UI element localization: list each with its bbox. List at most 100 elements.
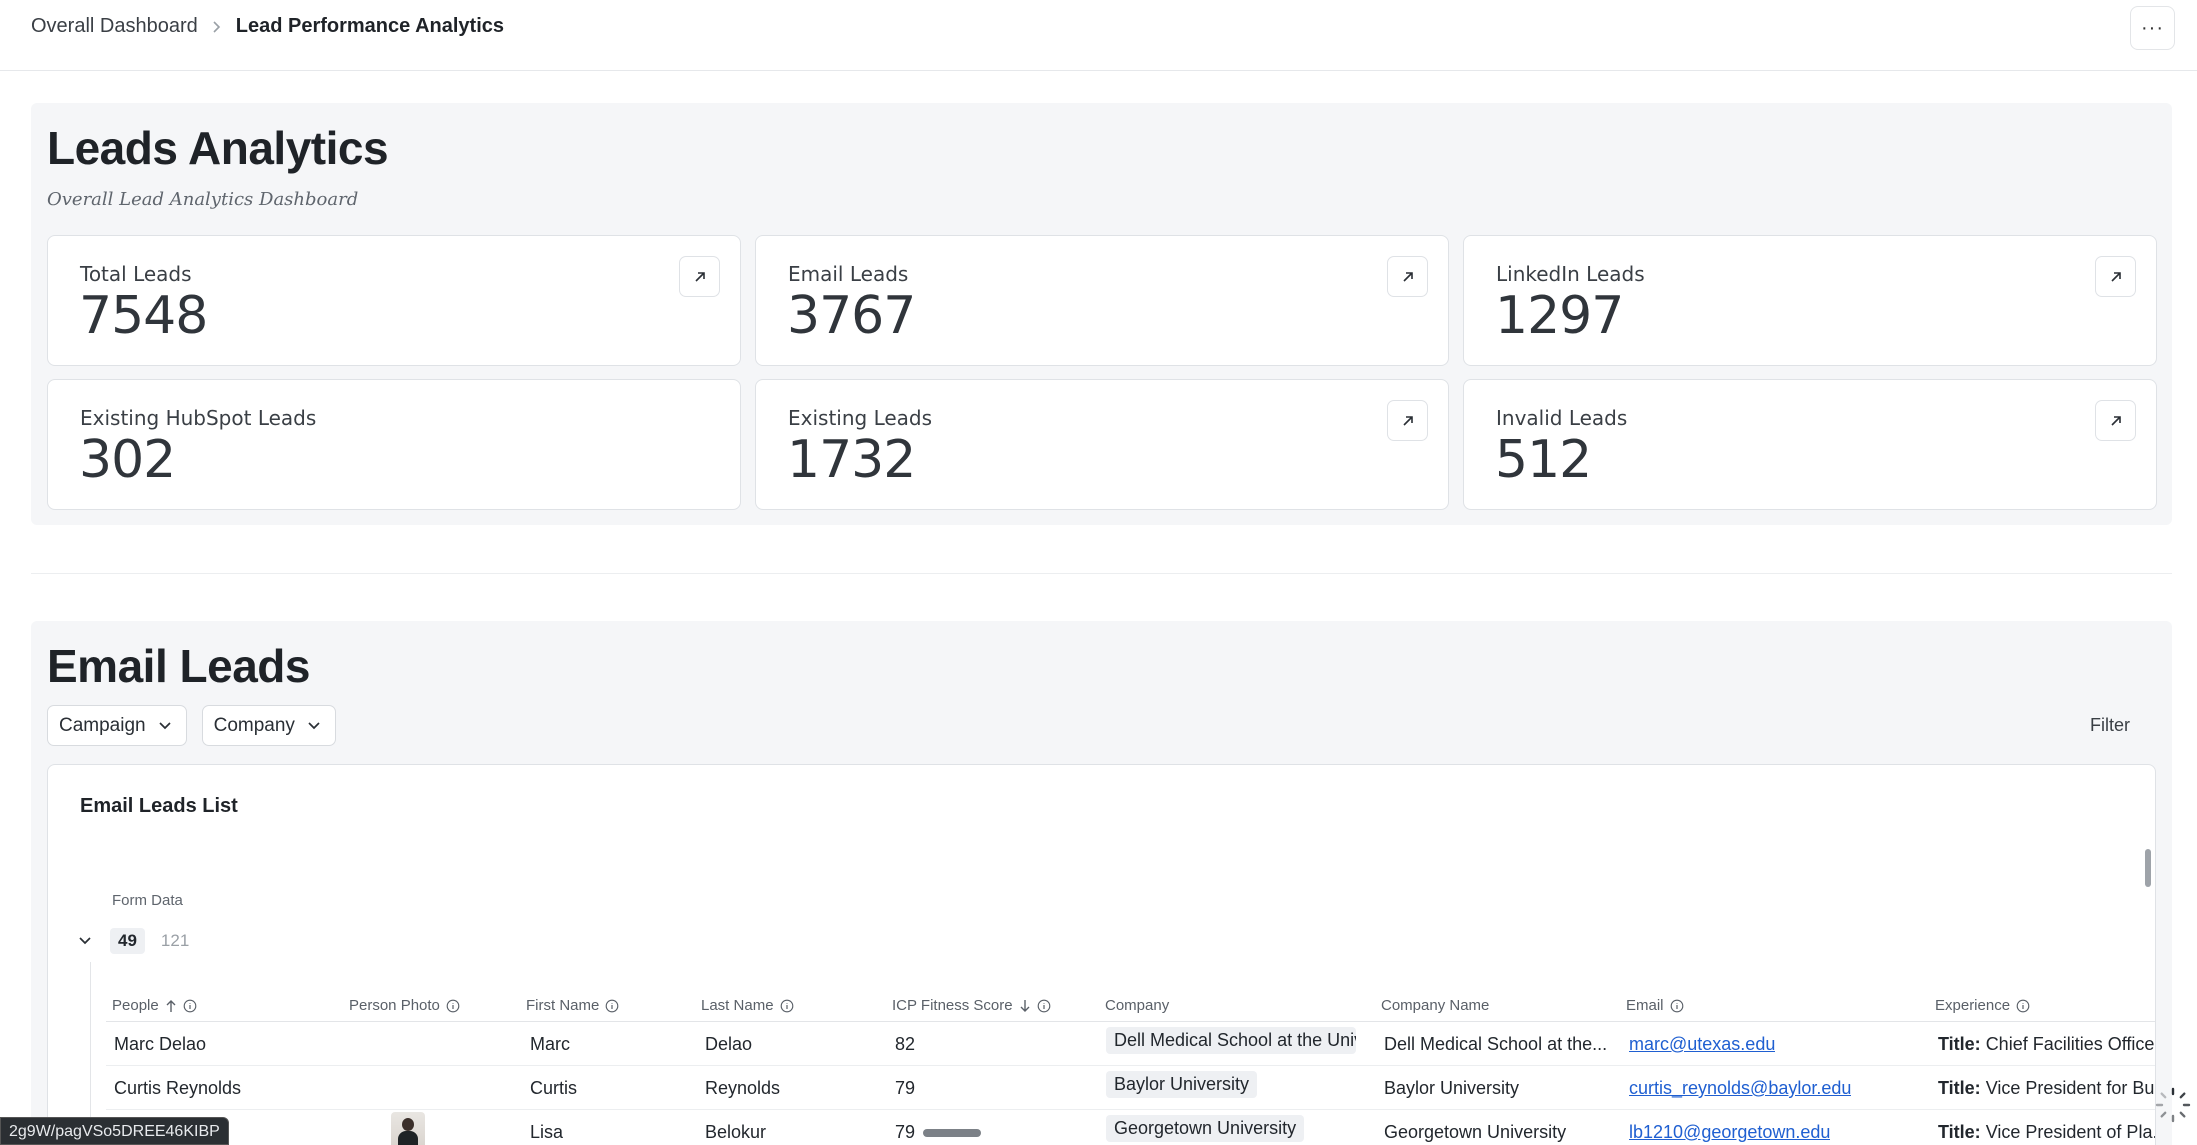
arrow-up-right-icon [1402, 415, 1413, 426]
open-details-button[interactable] [679, 256, 720, 297]
more-icon: ··· [2141, 16, 2164, 39]
filter-bar: Campaign Company [47, 705, 336, 746]
arrow-up-right-icon [694, 271, 705, 282]
info-icon[interactable] [446, 999, 460, 1013]
info-icon[interactable] [183, 999, 197, 1013]
cell-people: Marc Delao [114, 1034, 207, 1054]
column-label: Email [1626, 997, 1664, 1014]
sort-ascending-icon[interactable] [165, 999, 177, 1013]
cell-people: Curtis Reynolds [114, 1078, 242, 1098]
chevron-right-icon [212, 20, 222, 34]
experience-key: Title: [1938, 1078, 1981, 1098]
cell-icp-score: 79 [895, 1078, 916, 1098]
stat-label: Invalid Leads [1496, 406, 1628, 430]
stat-card-total-leads: Total Leads 7548 [47, 235, 741, 366]
column-header-company[interactable]: Company [1105, 997, 1169, 1014]
column-label: ICP Fitness Score [892, 997, 1013, 1014]
company-chip[interactable]: Georgetown University [1106, 1115, 1305, 1142]
experience-value: Chief Facilities Officer [1985, 1034, 2156, 1054]
column-header-company-name[interactable]: Company Name [1381, 997, 1489, 1014]
icp-score-value: 79 [895, 1122, 916, 1142]
cell-company-name: Baylor University [1384, 1078, 1520, 1098]
more-options-button[interactable]: ··· [2130, 6, 2175, 50]
column-label: Experience [1935, 997, 2011, 1014]
table-header: People Person Photo First Name Last Name… [106, 991, 2155, 1021]
column-label: People [112, 997, 159, 1014]
info-icon[interactable] [1670, 999, 1684, 1013]
cell-last-name: Belokur [705, 1122, 767, 1142]
stat-label: Existing HubSpot Leads [80, 406, 317, 430]
experience-value: Vice President of Pla... [1985, 1122, 2156, 1142]
cell-first-name: Curtis [530, 1078, 578, 1098]
info-icon[interactable] [2016, 999, 2030, 1013]
scrollbar[interactable] [2145, 849, 2151, 887]
chevron-down-icon [159, 721, 171, 729]
arrow-up-right-icon [2110, 271, 2121, 282]
stat-label: LinkedIn Leads [1496, 262, 1645, 286]
group-header[interactable]: 49 121 [76, 928, 189, 954]
top-bar: Overall Dashboard Lead Performance Analy… [0, 0, 2197, 71]
open-details-button[interactable] [2095, 256, 2136, 297]
group-field-label: Form Data [112, 892, 183, 909]
company-dropdown[interactable]: Company [201, 705, 336, 746]
sort-descending-icon[interactable] [1019, 999, 1031, 1013]
breadcrumb: Overall Dashboard Lead Performance Analy… [31, 15, 504, 38]
experience-key: Title: [1938, 1034, 1981, 1054]
stat-card-existing-leads: Existing Leads 1732 [755, 379, 1449, 510]
cell-experience: Title: Chief Facilities Officer [1938, 1034, 2156, 1055]
leads-analytics-section: Leads Analytics Overall Lead Analytics D… [31, 103, 2172, 525]
experience-value: Vice President for Bu... [1985, 1078, 2156, 1098]
company-chip[interactable]: Dell Medical School at the Univ [1106, 1027, 1356, 1054]
stat-value: 1732 [787, 430, 916, 490]
column-label: Company Name [1381, 997, 1490, 1014]
cell-last-name: Reynolds [705, 1078, 781, 1098]
table-row[interactable]: Curtis Reynolds Curtis Reynolds 79 Baylo… [106, 1066, 2156, 1110]
section-divider [31, 573, 2172, 574]
cell-first-name: Marc [530, 1034, 570, 1054]
email-link[interactable]: marc@utexas.edu [1629, 1034, 1775, 1055]
email-leads-section: Email Leads Campaign Company Filter Emai… [31, 621, 2172, 1145]
stat-card-invalid-leads: Invalid Leads 512 [1463, 379, 2157, 510]
open-details-button[interactable] [1387, 256, 1428, 297]
table-row[interactable]: Lisa Belokur 79 Georgetown University Ge… [106, 1110, 2156, 1145]
open-details-button[interactable] [2095, 400, 2136, 441]
section-subtitle: Overall Lead Analytics Dashboard [47, 189, 359, 210]
column-label: First Name [526, 997, 600, 1014]
open-details-button[interactable] [1387, 400, 1428, 441]
column-header-experience[interactable]: Experience [1935, 997, 2030, 1014]
column-header-last-name[interactable]: Last Name [701, 997, 794, 1014]
list-title: Email Leads List [80, 795, 238, 817]
arrow-up-right-icon [1402, 271, 1413, 282]
column-header-person-photo[interactable]: Person Photo [349, 997, 460, 1014]
email-link[interactable]: lb1210@georgetown.edu [1629, 1122, 1830, 1143]
stat-value: 3767 [787, 286, 916, 346]
info-icon[interactable] [1037, 999, 1051, 1013]
column-header-icp-fitness-score[interactable]: ICP Fitness Score [892, 997, 1051, 1014]
group-count: 121 [160, 931, 190, 950]
experience-key: Title: [1938, 1122, 1981, 1142]
table-row[interactable]: Marc Delao Marc Delao 82 Dell Medical Sc… [106, 1022, 2156, 1066]
chevron-down-icon[interactable] [76, 936, 94, 946]
cell-company-name: Dell Medical School at the... [1384, 1034, 1608, 1054]
info-icon[interactable] [605, 999, 619, 1013]
loading-spinner-icon [2155, 1087, 2191, 1123]
stat-card-email-leads: Email Leads 3767 [755, 235, 1449, 366]
company-chip[interactable]: Baylor University [1106, 1071, 1258, 1098]
column-label: Company [1105, 997, 1170, 1014]
column-header-email[interactable]: Email [1626, 997, 1684, 1014]
person-photo [391, 1112, 425, 1145]
stat-value: 1297 [1495, 286, 1624, 346]
cell-icp-score: 82 [895, 1034, 916, 1054]
filter-button[interactable]: Filter [2090, 715, 2130, 736]
column-header-first-name[interactable]: First Name [526, 997, 619, 1014]
arrow-up-right-icon [2110, 415, 2121, 426]
column-header-people[interactable]: People [112, 997, 197, 1014]
cell-last-name: Delao [705, 1034, 753, 1054]
email-link[interactable]: curtis_reynolds@baylor.edu [1629, 1078, 1851, 1099]
cell-experience: Title: Vice President for Bu... [1938, 1078, 2156, 1099]
info-icon[interactable] [780, 999, 794, 1013]
status-bar-url: 2g9W/pagVSo5DREE46KIBP [0, 1117, 229, 1145]
breadcrumb-parent-link[interactable]: Overall Dashboard [31, 15, 198, 38]
section-title: Leads Analytics [47, 122, 389, 174]
campaign-dropdown[interactable]: Campaign [47, 705, 187, 746]
